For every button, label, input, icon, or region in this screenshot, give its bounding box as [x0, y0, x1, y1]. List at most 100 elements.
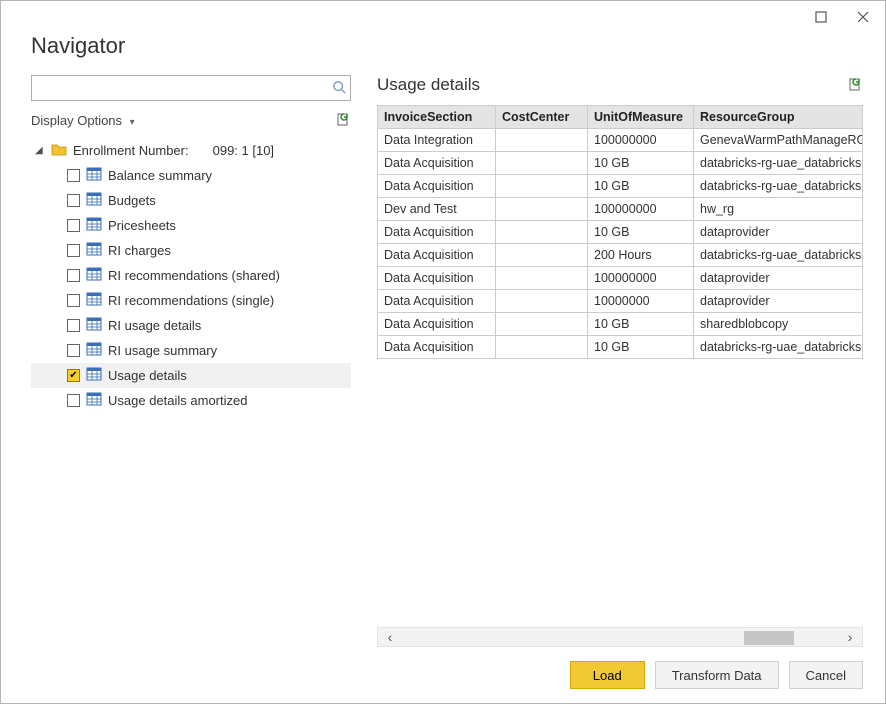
table-icon [86, 217, 102, 234]
left-pane: Display Options ▾ ◢ Enrollment Number: 0… [31, 75, 351, 689]
tree-item[interactable]: Usage details [31, 363, 351, 388]
checkbox[interactable] [67, 294, 80, 307]
tree-item[interactable]: RI recommendations (single) [31, 288, 351, 313]
table-cell: 100000000 [588, 129, 694, 152]
checkbox[interactable] [67, 219, 80, 232]
table-cell: Dev and Test [378, 198, 496, 221]
preview-title: Usage details [377, 75, 480, 95]
column-header[interactable]: InvoiceSection [378, 106, 496, 129]
preview-table: InvoiceSection CostCenter UnitOfMeasure … [377, 105, 863, 359]
tree-item[interactable]: Usage details amortized [31, 388, 351, 413]
table-row: Data Acquisition10 GBdatabricks-rg-uae_d… [378, 336, 863, 359]
table-cell: Data Acquisition [378, 290, 496, 313]
tree-item[interactable]: RI usage details [31, 313, 351, 338]
table-cell: Data Acquisition [378, 313, 496, 336]
display-options-dropdown[interactable]: Display Options ▾ [31, 113, 135, 128]
titlebar [1, 1, 885, 33]
table-icon [86, 367, 102, 384]
window-close-button[interactable] [849, 5, 877, 29]
tree-item-label: Usage details amortized [108, 393, 247, 408]
checkbox[interactable] [67, 194, 80, 207]
table-cell: Data Acquisition [378, 221, 496, 244]
window-maximize-button[interactable] [807, 5, 835, 29]
table-cell [496, 313, 588, 336]
transform-data-button[interactable]: Transform Data [655, 661, 779, 689]
table-cell: databricks-rg-uae_databricks- [694, 175, 863, 198]
table-row: Data Acquisition10 GBdatabricks-rg-uae_d… [378, 175, 863, 198]
checkbox[interactable] [67, 169, 80, 182]
table-cell: 10 GB [588, 313, 694, 336]
tree-root-label-left: Enrollment Number: [73, 143, 189, 158]
refresh-icon[interactable] [335, 111, 351, 130]
table-cell: 10 GB [588, 152, 694, 175]
preview-refresh-icon[interactable] [847, 76, 863, 95]
scroll-left-icon[interactable]: ‹ [378, 629, 402, 645]
horizontal-scrollbar[interactable]: ‹ › [377, 627, 863, 647]
load-button[interactable]: Load [570, 661, 645, 689]
table-row: Data Acquisition200 Hoursdatabricks-rg-u… [378, 244, 863, 267]
table-cell: dataprovider [694, 221, 863, 244]
tree-item[interactable]: Pricesheets [31, 213, 351, 238]
table-cell: dataprovider [694, 267, 863, 290]
expander-icon[interactable]: ◢ [35, 145, 45, 156]
checkbox[interactable] [67, 369, 80, 382]
tree-item[interactable]: Budgets [31, 188, 351, 213]
tree-item[interactable]: RI recommendations (shared) [31, 263, 351, 288]
tree-item[interactable]: RI charges [31, 238, 351, 263]
table-row: Data Acquisition10 GBsharedblobcopy [378, 313, 863, 336]
table-row: Data Acquisition100000000dataprovider [378, 267, 863, 290]
tree-item-label: RI recommendations (shared) [108, 268, 280, 283]
scroll-thumb[interactable] [744, 631, 794, 645]
tree-item-label: RI charges [108, 243, 171, 258]
checkbox[interactable] [67, 319, 80, 332]
table-cell [496, 175, 588, 198]
scroll-right-icon[interactable]: › [838, 629, 862, 645]
table-cell [496, 152, 588, 175]
table-header-row: InvoiceSection CostCenter UnitOfMeasure … [378, 106, 863, 129]
table-icon [86, 242, 102, 259]
checkbox[interactable] [67, 244, 80, 257]
tree-item-label: Budgets [108, 193, 156, 208]
table-row: Data Acquisition10 GBdataprovider [378, 221, 863, 244]
table-row: Data Acquisition10 GBdatabricks-rg-uae_d… [378, 152, 863, 175]
tree-item-label: RI usage details [108, 318, 201, 333]
table-cell: Data Acquisition [378, 267, 496, 290]
tree-item[interactable]: RI usage summary [31, 338, 351, 363]
table-cell: databricks-rg-uae_databricks- [694, 244, 863, 267]
tree-item-label: Balance summary [108, 168, 212, 183]
table-cell: 100000000 [588, 198, 694, 221]
cancel-button[interactable]: Cancel [789, 661, 863, 689]
column-header[interactable]: UnitOfMeasure [588, 106, 694, 129]
search-icon[interactable] [332, 80, 346, 97]
table-cell [496, 129, 588, 152]
checkbox[interactable] [67, 269, 80, 282]
checkbox[interactable] [67, 394, 80, 407]
table-cell: 10000000 [588, 290, 694, 313]
table-icon [86, 292, 102, 309]
search-input[interactable] [36, 80, 332, 97]
table-cell: Data Acquisition [378, 152, 496, 175]
table-row: Data Acquisition 10000000dataprovider [378, 290, 863, 313]
table-cell: Data Acquisition [378, 244, 496, 267]
checkbox[interactable] [67, 344, 80, 357]
column-header[interactable]: ResourceGroup [694, 106, 863, 129]
scroll-track[interactable] [402, 628, 838, 646]
tree-item-label: RI recommendations (single) [108, 293, 274, 308]
table-icon [86, 317, 102, 334]
column-header[interactable]: CostCenter [496, 106, 588, 129]
tree-item[interactable]: Balance summary [31, 163, 351, 188]
table-cell: Data Acquisition [378, 175, 496, 198]
tree-root[interactable]: ◢ Enrollment Number: 099: 1 [10] [31, 138, 351, 163]
chevron-down-icon: ▾ [130, 117, 135, 128]
tree-item-label: RI usage summary [108, 343, 217, 358]
navigation-tree: ◢ Enrollment Number: 099: 1 [10] Balance… [31, 138, 351, 689]
table-cell: Data Integration [378, 129, 496, 152]
search-box[interactable] [31, 75, 351, 101]
tree-root-label-right: 099: 1 [10] [213, 143, 274, 158]
table-cell [496, 336, 588, 359]
page-title: Navigator [31, 33, 863, 59]
tree-item-label: Usage details [108, 368, 187, 383]
table-cell: dataprovider [694, 290, 863, 313]
table-cell: Data Acquisition [378, 336, 496, 359]
table-cell [496, 267, 588, 290]
